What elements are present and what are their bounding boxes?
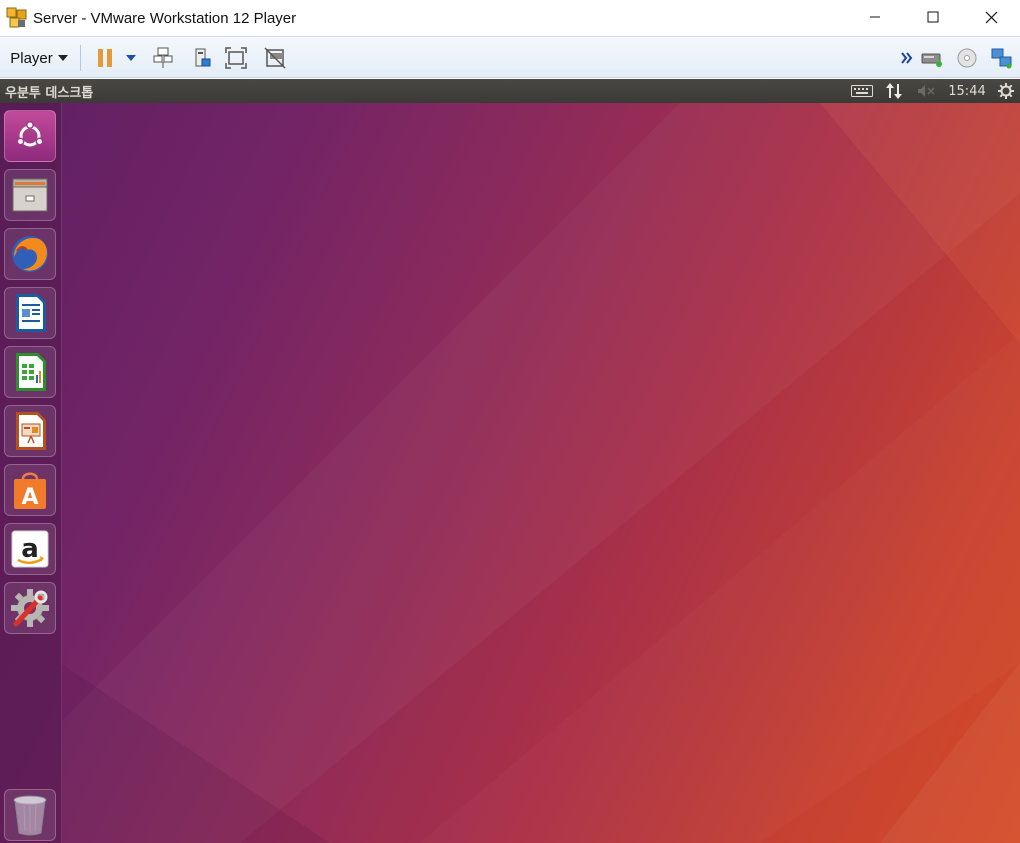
wallpaper-facets <box>60 103 1020 843</box>
cd-dvd-icon <box>957 48 977 68</box>
impress-presentation-icon <box>16 412 46 450</box>
minimize-button[interactable] <box>852 0 898 34</box>
launcher-dash-home[interactable] <box>4 110 56 162</box>
window-titlebar: Server - VMware Workstation 12 Player <box>0 0 1020 36</box>
system-gear-icon <box>998 83 1014 99</box>
player-menu-label: Player <box>10 49 53 67</box>
svg-text:a: a <box>21 534 39 564</box>
writer-document-icon <box>16 294 46 332</box>
software-bag-icon: A <box>14 472 46 510</box>
full-screen-icon <box>225 47 247 69</box>
hard-disk-icon <box>921 53 942 67</box>
settings-wrench-icon <box>11 589 49 627</box>
network-updown-icon <box>886 83 902 99</box>
ubuntu-desktop[interactable]: A a <box>0 103 1020 843</box>
ubuntu-logo-icon <box>16 121 44 147</box>
sound-indicator[interactable] <box>914 79 938 103</box>
keyboard-icon <box>851 85 873 97</box>
pause-icon <box>98 49 112 67</box>
more-chevrons-icon <box>901 52 913 64</box>
network-icon <box>991 48 1012 69</box>
player-menu-button[interactable]: Player <box>4 37 74 79</box>
system-menu-indicator[interactable] <box>994 79 1018 103</box>
send-ctrl-alt-del-icon <box>153 47 173 68</box>
launcher-ubuntu-software[interactable]: A <box>4 464 56 516</box>
panel-window-title: 우분투 데스크톱 <box>5 86 94 101</box>
removable-devices-button[interactable] <box>189 37 215 79</box>
network-adapter-device[interactable] <box>988 37 1016 79</box>
file-cabinet-icon <box>12 178 48 212</box>
hard-disk-device[interactable] <box>919 37 945 79</box>
vmware-app-icon <box>6 7 28 29</box>
maximize-icon <box>927 11 939 23</box>
launcher-amazon[interactable]: a <box>4 523 56 575</box>
more-toolbar-button[interactable] <box>897 37 917 79</box>
clock-indicator[interactable]: 15:44 <box>944 79 990 103</box>
unity-mode-button[interactable] <box>262 37 288 79</box>
full-screen-button[interactable] <box>223 37 249 79</box>
network-indicator[interactable] <box>882 79 906 103</box>
firefox-icon <box>12 236 48 272</box>
amazon-logo-icon: a <box>11 530 49 568</box>
window-title: Server - VMware Workstation 12 Player <box>33 9 297 27</box>
launcher-libreoffice-writer[interactable] <box>4 287 56 339</box>
minimize-icon <box>870 16 880 18</box>
launcher-libreoffice-calc[interactable] <box>4 346 56 398</box>
launcher-libreoffice-impress[interactable] <box>4 405 56 457</box>
toolbar-divider <box>80 45 81 71</box>
power-options-dropdown[interactable] <box>122 37 140 79</box>
close-icon <box>985 11 997 23</box>
chevron-down-icon <box>57 55 68 61</box>
maximize-button[interactable] <box>910 0 956 34</box>
trash-icon <box>13 795 47 836</box>
keyboard-indicator[interactable] <box>848 79 876 103</box>
svg-text:A: A <box>21 485 38 510</box>
removable-devices-icon <box>195 48 211 67</box>
volume-muted-icon <box>918 85 935 97</box>
launcher-system-settings[interactable] <box>4 582 56 634</box>
send-ctrl-alt-del-button[interactable] <box>150 37 176 79</box>
panel-clock: 15:44 <box>948 83 986 99</box>
launcher-files[interactable] <box>4 169 56 221</box>
pause-button[interactable] <box>92 37 118 79</box>
dropdown-arrow-icon <box>126 55 136 61</box>
vmware-toolbar: Player <box>0 36 1020 78</box>
cd-dvd-device[interactable] <box>954 37 980 79</box>
unity-launcher: A a <box>0 103 62 843</box>
calc-spreadsheet-icon <box>16 353 46 391</box>
launcher-trash[interactable] <box>4 789 56 841</box>
ubuntu-top-panel: 우분투 데스크톱 15:44 <box>0 79 1020 103</box>
unity-icon <box>264 47 286 69</box>
close-button[interactable] <box>968 0 1014 34</box>
launcher-firefox[interactable] <box>4 228 56 280</box>
